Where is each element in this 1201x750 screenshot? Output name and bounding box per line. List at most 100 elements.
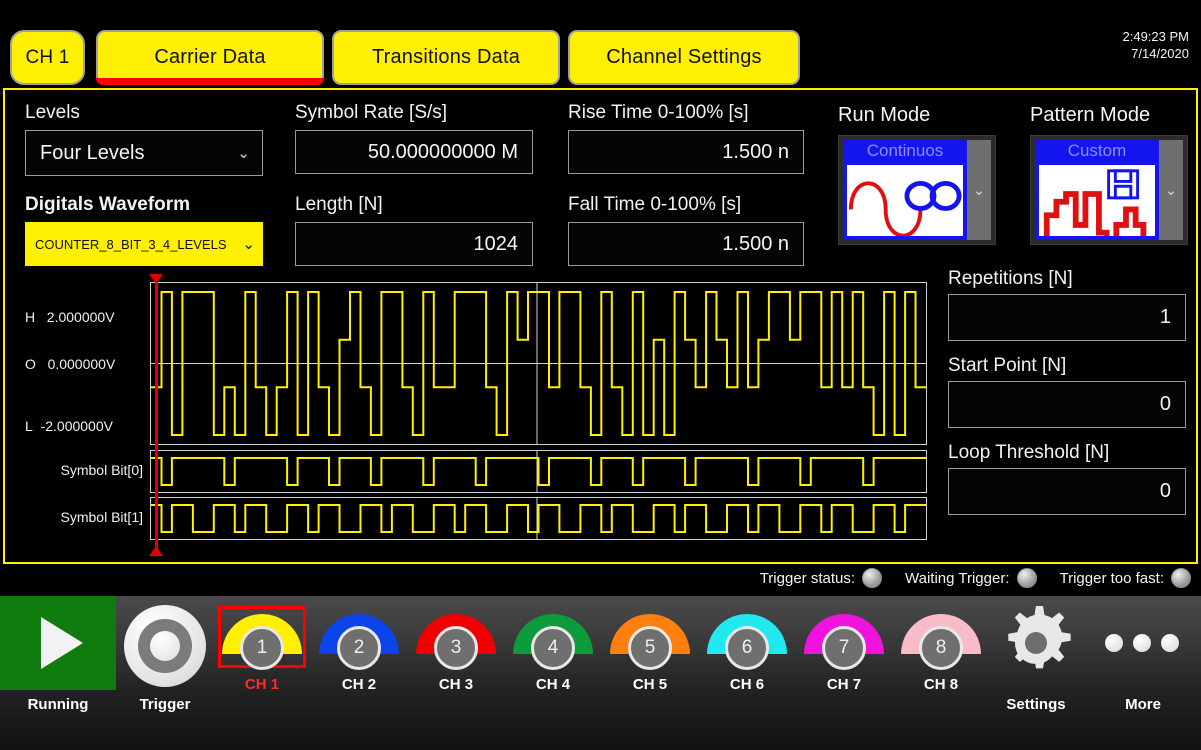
repetitions-label: Repetitions [N] — [948, 268, 1186, 290]
repetitions-value: 1 — [1160, 306, 1171, 329]
trigger-button-label: Trigger — [124, 696, 206, 713]
trigger-button[interactable] — [124, 605, 206, 687]
pattern-mode-select[interactable]: Custom ⌄ — [1030, 135, 1188, 245]
carrier-data-panel: Levels Four Levels ⌄ Digitals Waveform C… — [3, 88, 1198, 564]
fall-time-input[interactable]: 1.500 n — [568, 222, 804, 266]
settings-button[interactable] — [997, 604, 1075, 682]
chevron-down-icon: ⌄ — [973, 183, 986, 198]
trigger-status-label: Trigger status: — [760, 570, 855, 587]
instrument-window: CH 1 Carrier Data Transitions Data Chann… — [0, 0, 1201, 750]
pattern-params-group: Repetitions [N] 1 Start Point [N] 0 Loop… — [948, 268, 1186, 529]
channel-button-4[interactable]: 4CH 4 — [509, 604, 597, 690]
digitals-waveform-select[interactable]: COUNTER_8_BIT_3_4_LEVELS ⌄ — [25, 222, 263, 266]
time-column: Rise Time 0-100% [s] 1.500 n Fall Time 0… — [568, 102, 804, 266]
gear-icon — [997, 604, 1075, 682]
settings-button-label: Settings — [990, 696, 1082, 713]
channel-label: CH 8 — [897, 676, 985, 693]
channel-button-6[interactable]: 6CH 6 — [703, 604, 791, 690]
channel-button-5[interactable]: 5 CH 5 — [606, 604, 694, 690]
chevron-down-icon: ⌄ — [237, 146, 250, 161]
channel-number: 8 — [919, 626, 963, 670]
loop-threshold-input[interactable]: 0 — [948, 468, 1186, 515]
bottom-toolbar: Running Trigger 1CH 12CH 2 3 CH 3 4CH 4 5 CH … — [0, 596, 1201, 750]
pattern-mode-dropdown-arrow[interactable]: ⌄ — [1159, 140, 1183, 240]
channel-number: 3 — [434, 626, 478, 670]
pattern-mode-value: Custom — [1035, 141, 1159, 161]
run-button-label: Running — [0, 696, 116, 713]
length-input[interactable]: 1024 — [295, 222, 533, 266]
channel-button-8[interactable]: 8 CH 8 — [897, 604, 985, 690]
channel-label: CH 7 — [800, 676, 888, 693]
loop-threshold-value: 0 — [1160, 480, 1171, 503]
symbol-bit0-plot[interactable] — [150, 450, 927, 493]
fall-time-label: Fall Time 0-100% [s] — [568, 194, 804, 216]
rise-time-value: 1.500 n — [722, 141, 789, 164]
cursor-handle-bottom[interactable] — [149, 546, 163, 556]
run-mode-preview: Continuos — [843, 140, 967, 240]
cursor-handle-top[interactable] — [149, 274, 163, 284]
tab-channel-selector[interactable]: CH 1 — [10, 30, 85, 85]
symbol-column: Symbol Rate [S/s] 50.000000000 M Length … — [295, 102, 533, 266]
levels-column: Levels Four Levels ⌄ Digitals Waveform C… — [25, 102, 263, 266]
rise-time-input[interactable]: 1.500 n — [568, 130, 804, 174]
axis-value-l: -2.000000V — [41, 418, 113, 434]
axis-value-h: 2.000000V — [47, 309, 115, 325]
start-point-input[interactable]: 0 — [948, 381, 1186, 428]
digitals-waveform-value: COUNTER_8_BIT_3_4_LEVELS — [35, 237, 226, 252]
scope-axis-labels: H 2.000000V O 0.000000V L -2.000000V Sym… — [11, 282, 147, 554]
trigger-status-led — [862, 568, 882, 588]
custom-pattern-icon — [1039, 165, 1155, 236]
ellipsis-dot-1 — [1105, 634, 1123, 652]
run-button[interactable] — [0, 596, 116, 690]
run-mode-value: Continuos — [843, 141, 967, 161]
rise-time-label: Rise Time 0-100% [s] — [568, 102, 804, 124]
channel-number: 6 — [725, 626, 769, 670]
tab-transitions-data[interactable]: Transitions Data — [332, 30, 560, 85]
loop-threshold-label: Loop Threshold [N] — [948, 442, 1186, 464]
symbol-rate-input[interactable]: 50.000000000 M — [295, 130, 533, 174]
levels-select-value: Four Levels — [40, 142, 145, 165]
axis-code-o: O — [25, 356, 36, 372]
waiting-trigger-label: Waiting Trigger: — [905, 570, 1009, 587]
run-mode-select[interactable]: Continuos ⌄ — [838, 135, 996, 245]
digitals-waveform-label: Digitals Waveform — [25, 194, 263, 216]
channel-button-1[interactable]: 1CH 1 — [218, 604, 306, 690]
channel-number: 4 — [531, 626, 575, 670]
channel-label: CH 3 — [412, 676, 500, 693]
channel-button-7[interactable]: 7 CH 7 — [800, 604, 888, 690]
tab-carrier-data-label: Carrier Data — [154, 46, 265, 69]
symbol-bit1-plot[interactable] — [150, 497, 927, 540]
main-waveform-plot[interactable] — [150, 282, 927, 445]
trigger-too-fast-label: Trigger too fast: — [1060, 570, 1165, 587]
clock: 2:49:23 PM 7/14/2020 — [1123, 28, 1190, 62]
channel-button-3[interactable]: 3 CH 3 — [412, 604, 500, 690]
channel-label: CH 2 — [315, 676, 403, 693]
repetitions-input[interactable]: 1 — [948, 294, 1186, 341]
play-icon — [41, 617, 83, 669]
channel-label: CH 5 — [606, 676, 694, 693]
waveform-scope: H 2.000000V O 0.000000V L -2.000000V Sym… — [11, 282, 933, 554]
fall-time-value: 1.500 n — [722, 233, 789, 256]
length-value: 1024 — [474, 233, 519, 256]
run-mode-dropdown-arrow[interactable]: ⌄ — [967, 140, 991, 240]
channel-number: 7 — [822, 626, 866, 670]
waiting-trigger-led — [1017, 568, 1037, 588]
run-mode-group: Run Mode Continuos ⌄ — [838, 104, 996, 245]
symbol-rate-label: Symbol Rate [S/s] — [295, 102, 533, 124]
start-point-value: 0 — [1160, 393, 1171, 416]
trigger-dot — [150, 631, 180, 661]
clock-date: 7/14/2020 — [1123, 45, 1190, 62]
symbol-rate-value: 50.000000000 M — [368, 141, 518, 164]
chevron-down-icon: ⌄ — [242, 237, 255, 252]
top-tab-bar: CH 1 Carrier Data Transitions Data Chann… — [0, 0, 1201, 88]
more-button[interactable] — [1105, 634, 1179, 652]
tab-channel-settings[interactable]: Channel Settings — [568, 30, 800, 85]
tab-channel-settings-label: Channel Settings — [606, 46, 762, 69]
pattern-mode-preview: Custom — [1035, 140, 1159, 240]
channel-button-2[interactable]: 2CH 2 — [315, 604, 403, 690]
channel-number: 5 — [628, 626, 672, 670]
levels-select[interactable]: Four Levels ⌄ — [25, 130, 263, 176]
axis-value-o: 0.000000V — [48, 356, 116, 372]
tab-carrier-data[interactable]: Carrier Data — [96, 30, 324, 85]
scope-cursor[interactable] — [155, 274, 158, 556]
